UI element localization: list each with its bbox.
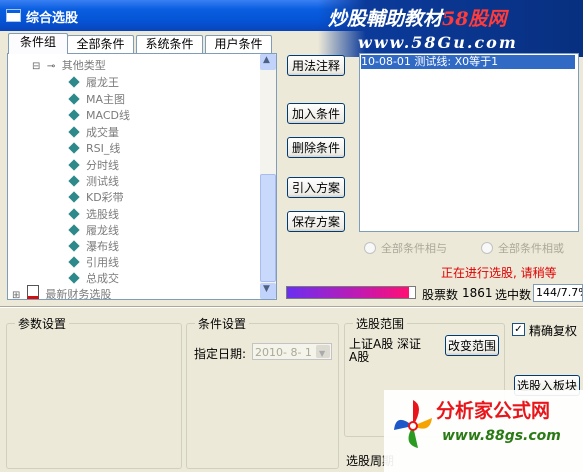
usage-notes-button[interactable]: 用法注释 xyxy=(287,55,345,76)
tree-item[interactable]: 总成交 xyxy=(68,270,119,286)
condition-settings-title: 条件设置 xyxy=(195,315,250,332)
precise-restore-checkbox[interactable]: ✓ xyxy=(512,323,525,336)
tree-item[interactable]: 成交量 xyxy=(68,124,119,140)
stock-count-label: 股票数 xyxy=(422,288,459,302)
range-value: 上证A股 深证A股 xyxy=(349,337,422,364)
window-title: 综合选股 xyxy=(26,11,79,26)
scroll-down-button[interactable]: ▼ xyxy=(260,283,276,299)
status-text: 正在进行选股, 请稍等 xyxy=(441,266,557,280)
node-icon xyxy=(68,191,80,203)
date-dropdown-button[interactable]: ▼ xyxy=(316,345,330,358)
pinwheel-logo-icon xyxy=(394,400,432,448)
chevron-up-icon: ▲ xyxy=(263,55,270,65)
save-plan-button[interactable]: 保存方案 xyxy=(287,211,345,232)
node-icon xyxy=(68,208,80,220)
tree-item[interactable]: 测试线 xyxy=(68,173,119,189)
divider xyxy=(0,306,583,308)
node-icon xyxy=(68,76,80,88)
watermark-banner: 炒股輔助教材58股网 www.58Gu.com xyxy=(318,0,583,57)
tree-item[interactable]: 瀑布线 xyxy=(68,238,119,254)
node-icon xyxy=(68,93,80,105)
tab-all-conditions[interactable]: 全部条件 xyxy=(67,35,134,53)
watermark-bottom: 分析家公式网 www.88gs.com xyxy=(384,390,583,472)
chevron-down-icon: ▼ xyxy=(319,349,326,358)
tab-user-conditions[interactable]: 用户条件 xyxy=(205,35,272,53)
node-icon xyxy=(68,126,80,138)
condition-list[interactable]: 10-08-01 测试线: X0等于1 xyxy=(359,53,579,232)
watermark-line1: 炒股輔助教材58股网 xyxy=(328,8,507,30)
tab-system-conditions[interactable]: 系统条件 xyxy=(136,35,203,53)
check-icon: ✓ xyxy=(514,324,523,335)
radio-circle-icon xyxy=(364,242,376,254)
node-icon xyxy=(68,272,80,284)
tree-bottom-item[interactable]: ⊞ 最新财务选股 xyxy=(12,285,112,300)
tree-item[interactable]: MACD线 xyxy=(68,107,130,123)
tree-item[interactable]: 选股线 xyxy=(68,206,119,222)
list-item-selected[interactable]: 10-08-01 测试线: X0等于1 xyxy=(361,55,575,69)
tree-scrollbar[interactable]: ▲ ▼ xyxy=(260,54,276,299)
radio-all-and[interactable]: 全部条件相与 xyxy=(364,240,447,256)
node-icon xyxy=(68,159,80,171)
import-plan-button[interactable]: 引入方案 xyxy=(287,177,345,198)
watermark-line2: www.58Gu.com xyxy=(358,33,518,52)
tree-item[interactable]: 履龙王 xyxy=(68,74,119,90)
tree-item[interactable]: KD彩带 xyxy=(68,189,124,205)
progress-fill xyxy=(287,287,409,298)
date-value: 2010- 8- 1 xyxy=(255,346,312,359)
node-icon xyxy=(68,109,80,121)
collapse-toggle[interactable]: ⊟ xyxy=(32,61,40,72)
node-icon xyxy=(68,256,80,268)
date-label: 指定日期: xyxy=(194,347,247,361)
scroll-up-button[interactable]: ▲ xyxy=(260,54,276,70)
progress-bar xyxy=(286,286,416,299)
radio-circle-icon xyxy=(481,242,493,254)
condition-tree[interactable]: ⊟ ⊸ 其他类型 履龙王 MA主图 MACD线 成交量 RSI_线 分时线 测试… xyxy=(7,53,277,300)
tab-condition-group[interactable]: 条件组 xyxy=(8,33,68,54)
node-icon xyxy=(68,240,80,252)
selected-count-value: 144/7.7% xyxy=(533,284,583,302)
selected-count-label: 选中数 xyxy=(495,288,532,302)
params-title: 参数设置 xyxy=(15,315,70,332)
expand-toggle[interactable]: ⊞ xyxy=(12,290,20,299)
key-icon: ⊸ xyxy=(46,61,56,72)
date-picker[interactable]: 2010- 8- 1 ▼ xyxy=(252,343,332,360)
tree-item[interactable]: MA主图 xyxy=(68,91,125,107)
precise-restore-label: 精确复权 xyxy=(529,324,578,338)
tree-bottom-label: 最新财务选股 xyxy=(45,288,112,300)
tree-item[interactable]: 引用线 xyxy=(68,254,119,270)
scroll-thumb[interactable] xyxy=(260,174,276,282)
tree-parent-label: 其他类型 xyxy=(61,59,106,72)
params-group: 参数设置 xyxy=(6,315,182,469)
add-condition-button[interactable]: 加入条件 xyxy=(287,103,345,124)
node-icon xyxy=(68,175,80,187)
watermark-url: www.88gs.com xyxy=(442,428,561,444)
change-range-button[interactable]: 改变范围 xyxy=(445,335,499,356)
tree-parent[interactable]: ⊟ ⊸ 其他类型 xyxy=(32,57,106,73)
tree-item[interactable]: RSI_线 xyxy=(68,140,120,156)
watermark-site-name: 分析家公式网 xyxy=(436,400,551,422)
range-title: 选股范围 xyxy=(353,315,408,332)
radio-all-or[interactable]: 全部条件相或 xyxy=(481,240,564,256)
delete-condition-button[interactable]: 删除条件 xyxy=(287,137,345,158)
stock-count-value: 1861 xyxy=(462,286,493,300)
node-icon xyxy=(68,142,80,154)
finance-icon xyxy=(26,285,39,299)
node-icon xyxy=(68,224,80,236)
tree-item[interactable]: 分时线 xyxy=(68,157,119,173)
tree-item[interactable]: 履龙线 xyxy=(68,222,119,238)
chevron-down-icon: ▼ xyxy=(263,284,270,294)
window-icon xyxy=(6,9,21,22)
